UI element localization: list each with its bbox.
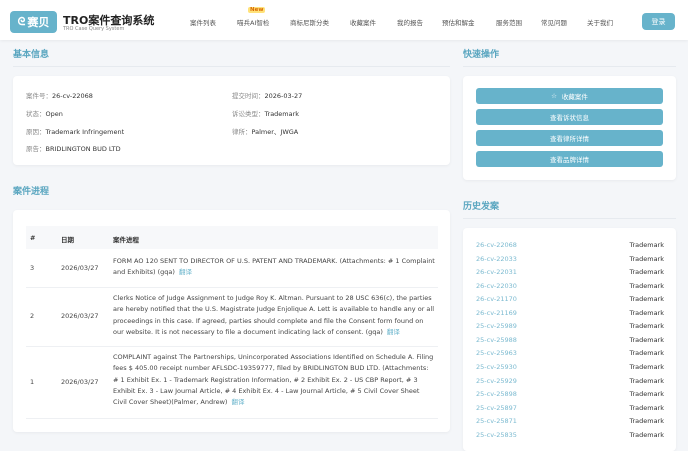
history-case-link[interactable]: 26-cv-22031: [476, 268, 517, 276]
app-subtitle: TRO Case Query System: [63, 26, 125, 32]
case-number: 案件号：26-cv-22068: [26, 92, 93, 100]
history-case-type: Trademark: [629, 241, 664, 249]
divider: [463, 218, 676, 219]
history-case-type: Trademark: [629, 417, 664, 426]
history-case-link[interactable]: 25-cv-25989: [476, 322, 517, 330]
history-item[interactable]: 25-cv-25988 Trademark: [476, 336, 664, 344]
history-item[interactable]: 25-cv-25898 Trademark: [476, 390, 664, 398]
history-case-link[interactable]: 25-cv-25898: [476, 390, 517, 398]
history-case-type: Trademark: [629, 308, 664, 317]
progress-title: 案件进程: [13, 187, 50, 197]
translate-link[interactable]: 翻译: [387, 328, 400, 336]
history-case-link[interactable]: 26-cv-22068: [476, 241, 517, 249]
nav-case-list[interactable]: 案件列表: [190, 17, 216, 27]
history-case-link[interactable]: 26-cv-21170: [476, 295, 517, 303]
history-item[interactable]: 26-cv-21169 Trademark: [476, 309, 664, 317]
history-case-type: Trademark: [629, 430, 664, 439]
history-case-type: Trademark: [629, 376, 664, 385]
favorite-case-button[interactable]: ☆ 收藏案件: [476, 88, 663, 104]
history-item[interactable]: 25-cv-25897 Trademark: [476, 404, 664, 412]
history-title: 历史发案: [463, 202, 500, 212]
divider: [26, 346, 438, 347]
history-item[interactable]: 25-cv-25929 Trademark: [476, 377, 664, 385]
translate-link[interactable]: 翻译: [179, 268, 192, 276]
top-header: ᘓ 赛贝 TRO案件查询系统 TRO Case Query System 案件列表…: [0, 0, 688, 40]
history-item[interactable]: 25-cv-25989 Trademark: [476, 322, 664, 330]
history-case-link[interactable]: 26-cv-22033: [476, 255, 517, 263]
history-case-type: Trademark: [629, 281, 664, 290]
col-progress: 案件进程: [113, 236, 139, 244]
history-case-link[interactable]: 25-cv-25930: [476, 363, 517, 371]
history-item[interactable]: 25-cv-25835 Trademark: [476, 431, 664, 439]
history-item[interactable]: 25-cv-25871 Trademark: [476, 417, 664, 425]
history-case-link[interactable]: 26-cv-21169: [476, 309, 517, 317]
cause: 原因：Trademark Infringement: [26, 128, 125, 136]
plaintiff: 原告：BRIDLINGTON BUD LTD: [26, 145, 121, 153]
view-brand-button[interactable]: 查看品牌详情: [476, 151, 663, 167]
nav-services[interactable]: 服务范围: [496, 17, 522, 27]
nav-faq[interactable]: 常见问题: [541, 17, 567, 27]
history-case-type: Trademark: [629, 390, 664, 399]
view-complaint-button[interactable]: 查看诉状信息: [476, 109, 663, 125]
nav-about[interactable]: 关于我们: [587, 17, 613, 27]
nav-ai-check[interactable]: 喵兵AI智检: [237, 17, 269, 27]
history-case-link[interactable]: 25-cv-25929: [476, 377, 517, 385]
history-item[interactable]: 26-cv-22030 Trademark: [476, 282, 664, 290]
logo-icon: ᘓ: [17, 15, 26, 28]
divider: [13, 66, 450, 67]
law-firm: 律所：Palmer、JWGA: [232, 128, 299, 136]
history-case-type: Trademark: [629, 349, 664, 358]
history-case-type: Trademark: [629, 322, 664, 331]
basic-info-title: 基本信息: [13, 50, 50, 60]
table-header: [26, 226, 438, 249]
star-icon: ☆: [551, 92, 557, 100]
history-case-type: Trademark: [629, 254, 664, 263]
history-case-type: Trademark: [629, 295, 664, 304]
nav-favorites[interactable]: 收藏案件: [350, 17, 376, 27]
history-item[interactable]: 25-cv-25963 Trademark: [476, 349, 664, 357]
col-number: #: [30, 234, 36, 242]
history-item[interactable]: 26-cv-22033 Trademark: [476, 255, 664, 263]
case-type: 诉讼类型：Trademark: [232, 110, 300, 118]
translate-link[interactable]: 翻译: [231, 398, 244, 406]
history-case-type: Trademark: [629, 362, 664, 371]
history-case-link[interactable]: 25-cv-25835: [476, 431, 517, 439]
history-case-link[interactable]: 25-cv-25988: [476, 336, 517, 344]
col-date: 日期: [61, 236, 74, 244]
logo[interactable]: ᘓ 赛贝: [10, 11, 57, 33]
view-law-firm-button[interactable]: 查看律所详情: [476, 130, 663, 146]
history-item[interactable]: 26-cv-21170 Trademark: [476, 295, 664, 303]
history-case-link[interactable]: 25-cv-25871: [476, 417, 517, 425]
history-case-link[interactable]: 25-cv-25963: [476, 349, 517, 357]
nav-nice-class[interactable]: 商标尼斯分类: [290, 17, 329, 27]
history-case-link[interactable]: 26-cv-22030: [476, 282, 517, 290]
history-case-type: Trademark: [629, 268, 664, 277]
login-button[interactable]: 登录: [642, 13, 675, 30]
history-case-link[interactable]: 25-cv-25897: [476, 404, 517, 412]
history-item[interactable]: 26-cv-22068 Trademark: [476, 241, 664, 249]
submit-time: 提交时间：2026-03-27: [232, 92, 303, 100]
divider: [26, 418, 438, 419]
quick-actions-title: 快速操作: [463, 50, 500, 60]
history-item[interactable]: 26-cv-22031 Trademark: [476, 268, 664, 276]
status: 状态：Open: [26, 110, 63, 118]
nav-settlement[interactable]: 预估和解金: [442, 17, 475, 27]
history-case-type: Trademark: [629, 403, 664, 412]
nav-my-reports[interactable]: 我的报告: [397, 17, 423, 27]
history-item[interactable]: 25-cv-25930 Trademark: [476, 363, 664, 371]
new-badge: New: [248, 7, 266, 13]
divider: [463, 66, 676, 67]
divider: [26, 287, 438, 288]
history-case-type: Trademark: [629, 335, 664, 344]
